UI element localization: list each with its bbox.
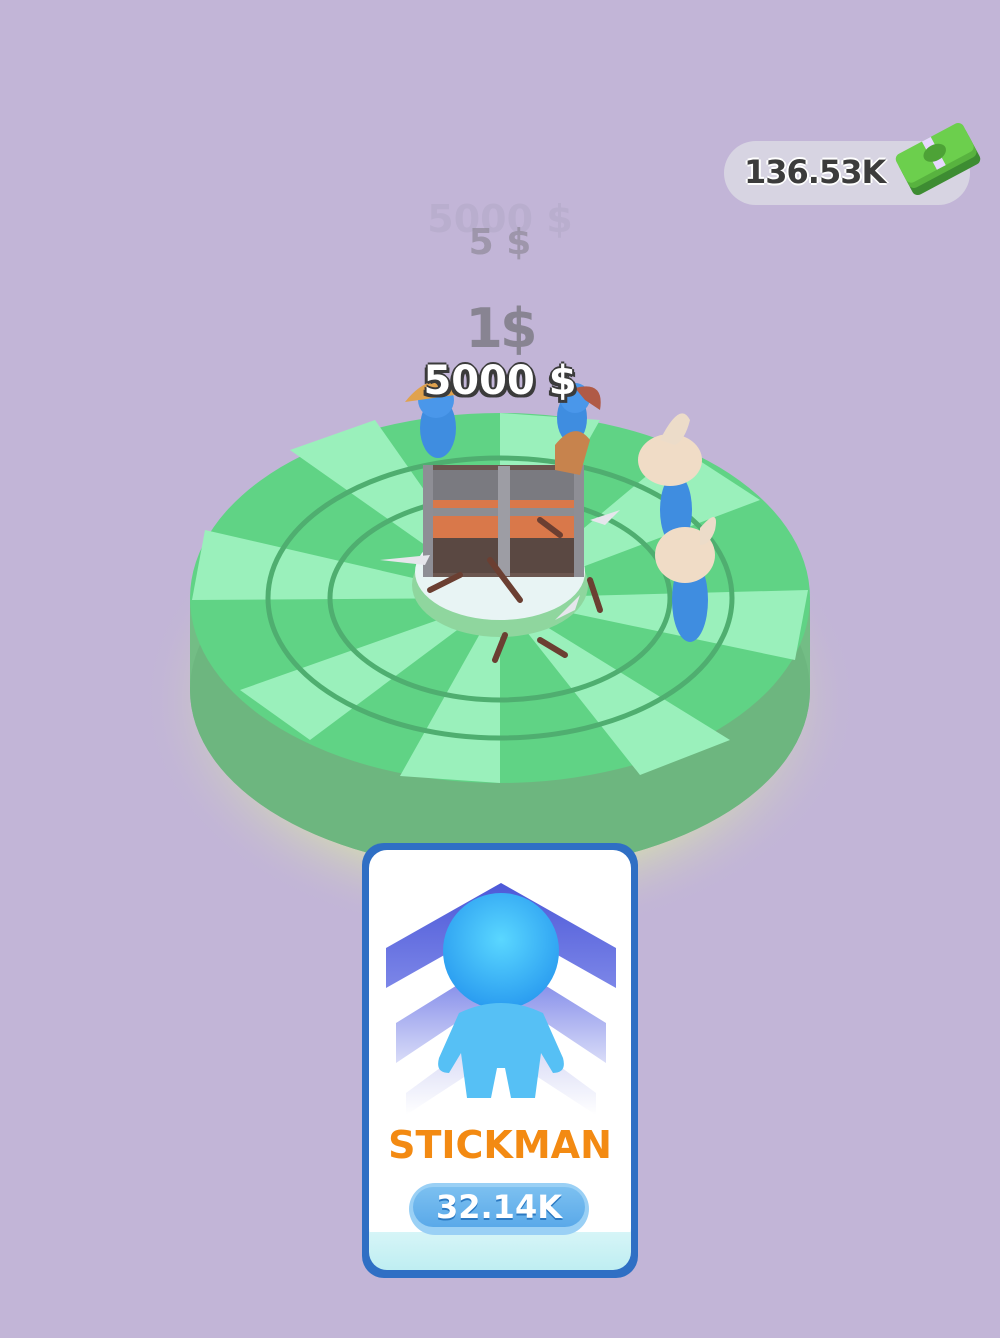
floating-value-one: 1$ bbox=[465, 297, 537, 360]
card-title: STICKMAN bbox=[388, 1123, 612, 1167]
price-label: 32.14K bbox=[413, 1187, 585, 1227]
buy-stickman-button[interactable]: 32.14K bbox=[409, 1183, 589, 1235]
floating-value-five: 5 $ bbox=[468, 222, 532, 263]
stickman-upgrade-card[interactable]: STICKMAN 32.14K bbox=[362, 843, 638, 1278]
stickman-head bbox=[443, 893, 559, 1009]
cash-stack-icon bbox=[895, 122, 981, 196]
card-footer bbox=[369, 1232, 631, 1270]
money-amount: 136.53K bbox=[744, 153, 886, 191]
treasure-chest bbox=[423, 465, 584, 577]
floating-value-main: 5000 $ bbox=[423, 358, 577, 404]
stickman-upgrade-icon bbox=[386, 883, 616, 1115]
